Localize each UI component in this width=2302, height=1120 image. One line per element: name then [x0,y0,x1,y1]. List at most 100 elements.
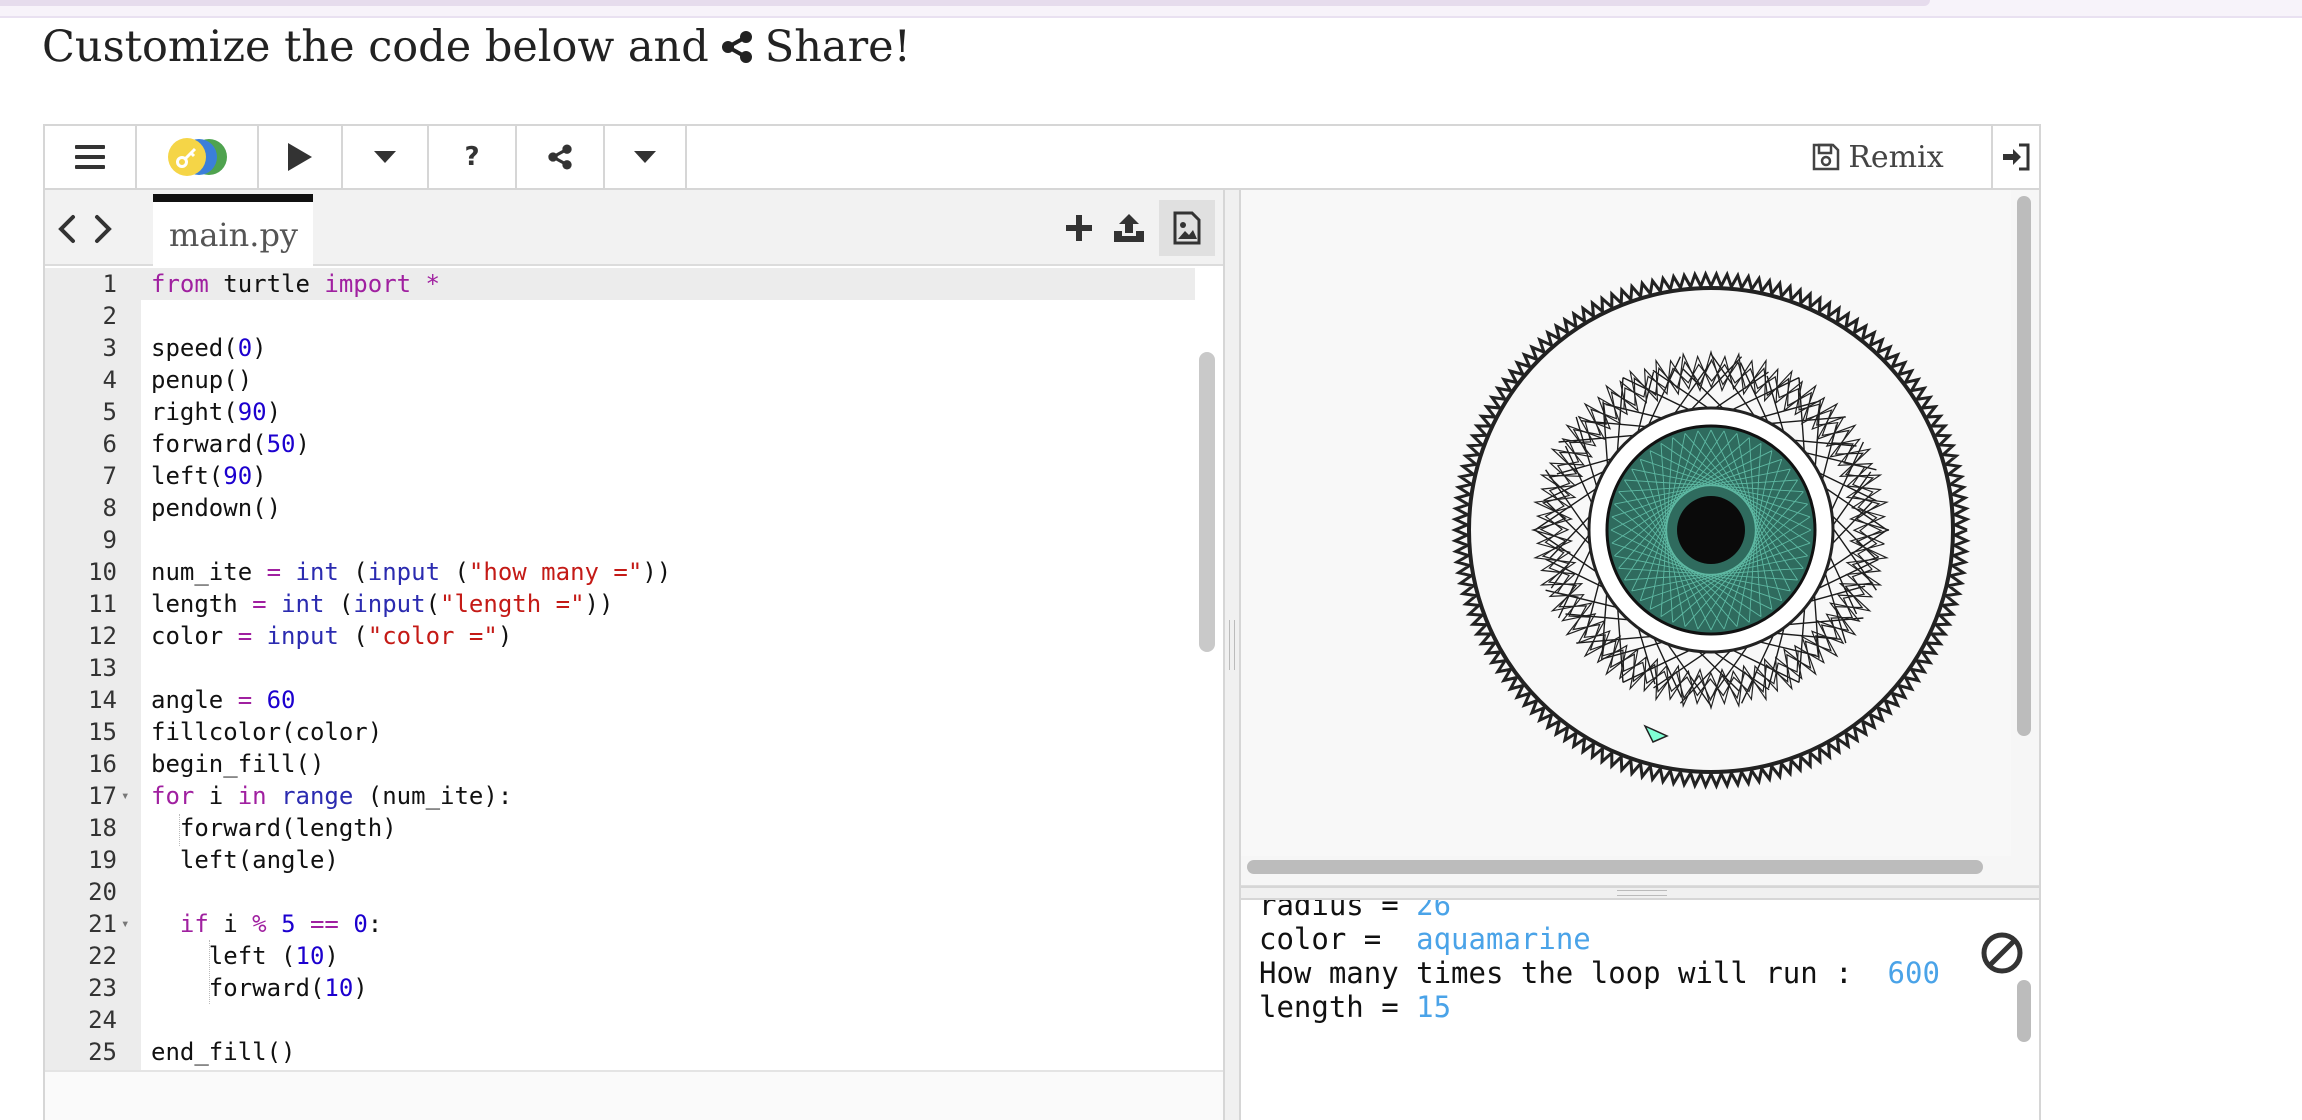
turtle-drawing [1451,270,1971,790]
line-number: 15 [88,718,117,746]
upload-file-button[interactable] [1109,200,1149,256]
line-number: 9 [102,526,117,554]
share-options-dropdown[interactable] [605,126,687,188]
code-line[interactable]: 10 num_ite = int (input ("how many =")) [45,556,1195,588]
line-number: 16 [88,750,117,778]
run-options-dropdown[interactable] [343,126,429,188]
menu-button[interactable] [45,126,137,188]
console-scrollbar[interactable] [2017,980,2031,1042]
clear-console-icon[interactable] [1979,930,2025,976]
remix-button[interactable]: Remix [1765,126,1993,188]
code-line[interactable]: 21 ▾ if i % 5 == 0: [45,908,1195,940]
console-line: length = 15 [1259,990,1451,1024]
line-number: 20 [88,878,117,906]
heading-prefix: Customize the code below and [42,22,709,72]
image-file-icon [1173,211,1201,245]
play-icon [288,143,312,171]
console-line: color = aquamarine [1259,922,1591,956]
code-line[interactable]: 24 [45,1004,1195,1036]
code-line[interactable]: 23 forward(10) [45,972,1195,1004]
console-value: 600 [1887,956,1940,990]
code-line[interactable]: 12 color = input ("color =") [45,620,1195,652]
caret-down-icon [374,151,396,163]
canvas-horizontal-scrollbar[interactable] [1247,860,1983,874]
horizontal-splitter[interactable] [1241,886,2039,900]
fold-caret-icon[interactable]: ▾ [121,780,129,812]
code-text: end_fill() [151,1038,296,1066]
turtle-cursor-icon [1643,724,1669,743]
code-text: if i % 5 == 0: [179,910,383,938]
code-line[interactable]: 7 left(90) [45,460,1195,492]
code-text: pendown() [151,494,282,522]
code-line[interactable]: 16 begin_fill() [45,748,1195,780]
console-output: radius = 26 color = aquamarine How many ti… [1241,900,2039,1120]
turtle-canvas [1241,190,2011,856]
code-text: left(angle) [151,846,339,874]
code-line[interactable]: 18 forward(length) [45,812,1195,844]
canvas-vertical-scrollbar[interactable] [2017,196,2031,736]
line-number: 5 [102,398,117,426]
code-line[interactable]: 6 forward(50) [45,428,1195,460]
console-label: How many times the loop will run : [1259,956,1888,990]
code-text: right(90) [151,398,282,426]
top-pill [0,0,1930,6]
help-button[interactable]: ? [429,126,517,188]
line-number: 23 [88,974,117,1002]
code-line[interactable]: 5 right(90) [45,396,1195,428]
trinket-logo-button[interactable] [137,126,259,188]
line-number: 22 [88,942,117,970]
turtle-output-panel [1241,190,2039,886]
code-line[interactable]: 3 speed(0) [45,332,1195,364]
code-line[interactable]: 9 [45,524,1195,556]
run-button[interactable] [259,126,343,188]
code-line[interactable]: 20 [45,876,1195,908]
heading-suffix: Share! [764,22,911,72]
code-text: begin_fill() [151,750,325,778]
page-heading: Customize the code below and Share! [42,22,911,72]
code-text: color = input ("color =") [151,622,513,650]
share-button[interactable] [517,126,605,188]
plus-icon [1066,215,1092,241]
toolbar: ? Remix [45,126,2039,190]
code-area[interactable]: 1 from turtle import * 2 3 speed(0) 4 penup() 5… [45,268,1223,1070]
code-text: forward(10) [151,974,368,1002]
code-line[interactable]: 1 from turtle import * [45,268,1195,300]
code-line[interactable]: 2 [45,300,1195,332]
code-text: penup() [151,366,253,394]
caret-down-icon [634,151,656,163]
line-number: 4 [102,366,117,394]
line-number: 11 [88,590,117,618]
fold-caret-icon[interactable]: ▾ [121,908,129,940]
code-line[interactable]: 4 penup() [45,364,1195,396]
code-text: left (10) [151,942,339,970]
code-line[interactable]: 17 ▾ for i in range (num_ite): [45,780,1195,812]
editor-scrollbar[interactable] [1199,352,1215,652]
console-label: color = [1259,922,1417,956]
line-number: 12 [88,622,117,650]
vertical-splitter[interactable] [1223,190,1241,1120]
code-line[interactable]: 15 fillcolor(color) [45,716,1195,748]
code-line[interactable]: 8 pendown() [45,492,1195,524]
console-line: radius = 26 [1259,900,1451,922]
indent-guide [179,814,180,846]
line-number: 19 [88,846,117,874]
code-text: speed(0) [151,334,267,362]
image-library-button[interactable] [1159,200,1215,256]
code-line[interactable]: 25 end_fill() [45,1036,1195,1068]
top-strip [0,0,2302,18]
line-number: 14 [88,686,117,714]
code-text: fillcolor(color) [151,718,383,746]
line-number: 13 [88,654,117,682]
add-file-button[interactable] [1059,200,1099,256]
code-line[interactable]: 19 left(angle) [45,844,1195,876]
code-line[interactable]: 11 length = int (input("length =")) [45,588,1195,620]
line-number: 7 [102,462,117,490]
file-tab-main[interactable]: main.py [153,194,313,266]
code-line[interactable]: 13 [45,652,1195,684]
code-line[interactable]: 22 left (10) [45,940,1195,972]
code-line[interactable]: 14 angle = 60 [45,684,1195,716]
code-toggle-icon[interactable] [55,214,115,244]
file-tab-label: main.py [169,216,298,254]
login-button[interactable] [1993,126,2039,188]
line-number: 6 [102,430,117,458]
